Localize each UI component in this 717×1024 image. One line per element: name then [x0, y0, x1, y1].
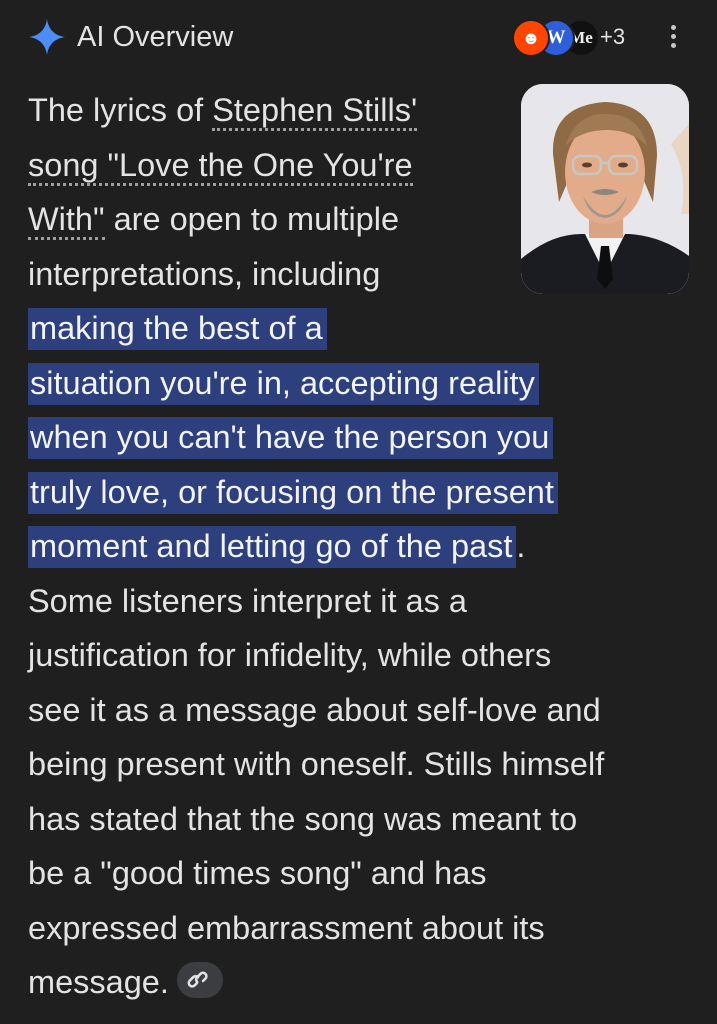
text-line: interpretations, including [28, 247, 708, 302]
text-line: With" are open to multiple [28, 192, 708, 247]
body-text: being present with oneself. Stills himse… [28, 746, 605, 782]
body-text: expressed embarrassment about its [28, 909, 545, 946]
text-line: making the best of a [28, 301, 708, 356]
link-icon [187, 971, 208, 989]
body-text: be a "good times song" and has [28, 855, 487, 891]
text-line: being present with oneself. Stills himse… [28, 737, 708, 792]
body-text: Some listeners interpret it as a [28, 582, 467, 619]
text-line: see it as a message about self-love and [28, 683, 708, 738]
more-vert-icon[interactable] [661, 22, 685, 54]
highlighted-text: making the best of a [28, 308, 327, 350]
text-line: situation you're in, accepting reality [28, 356, 708, 411]
highlighted-text: truly love, or focusing on the present [28, 471, 558, 514]
text-line: song "Love the One You're [28, 138, 708, 193]
body-text: are open to multiple [104, 201, 400, 237]
text-line: message. [28, 955, 708, 1010]
stephen-stills-link[interactable]: Stephen Stills' [212, 92, 418, 131]
text-line: justification for infidelity, while othe… [28, 628, 708, 683]
highlighted-text: situation you're in, accepting reality [28, 362, 539, 405]
body-text: . [516, 528, 526, 564]
highlighted-text: moment and letting go of the past [28, 526, 517, 568]
ai-overview-title: AI Overview [77, 21, 234, 53]
reddit-source-icon: ☻ [512, 19, 550, 57]
text-line: be a "good times song" and has [28, 846, 708, 901]
song-title-link-continued[interactable]: With" [28, 201, 105, 240]
ai-overview-header: AI Overview ☻ W Me +3 [0, 0, 717, 76]
overview-body: The lyrics of Stephen Stills' song "Love… [28, 83, 708, 1010]
body-text: has stated that the song was meant to [28, 800, 578, 837]
text-line: The lyrics of Stephen Stills' [28, 83, 708, 138]
text-line: moment and letting go of the past. [28, 519, 708, 574]
text-line: expressed embarrassment about its [28, 901, 708, 956]
more-sources-count: +3 [600, 24, 626, 49]
body-text: interpretations, including [28, 255, 381, 292]
body-text: justification for infidelity, while othe… [28, 637, 552, 673]
source-link-button[interactable] [176, 962, 223, 999]
gemini-sparkle-icon [28, 18, 66, 56]
song-title-link[interactable]: song "Love the One You're [28, 146, 413, 186]
text-line: has stated that the song was meant to [28, 792, 708, 847]
text-line: Some listeners interpret it as a [28, 574, 708, 629]
text-line: when you can't have the person you [28, 410, 708, 465]
body-text: see it as a message about self-love and [28, 691, 601, 728]
highlighted-text: when you can't have the person you [28, 417, 554, 459]
sources-button[interactable]: ☻ W Me +3 [512, 19, 636, 57]
text-line: truly love, or focusing on the present [28, 465, 708, 520]
body-text: The lyrics of [28, 92, 213, 128]
body-text: message. [28, 964, 169, 1000]
